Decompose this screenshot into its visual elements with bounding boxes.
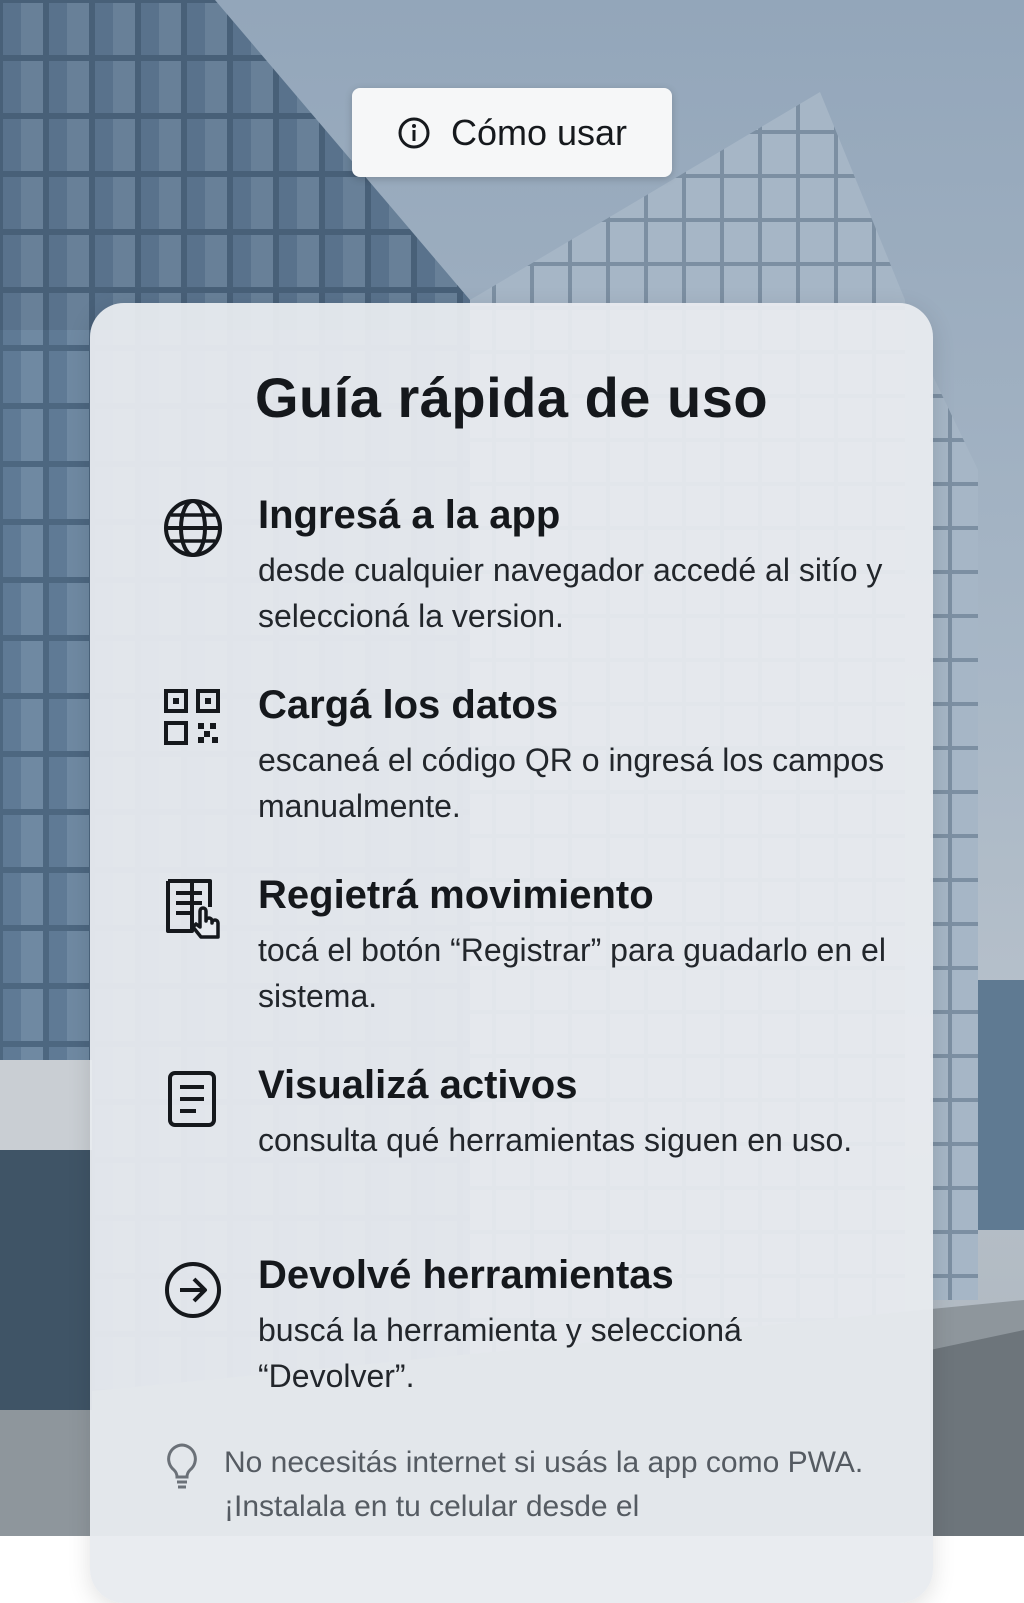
step-description: desde cualquier navegador accedé al sití… [258, 552, 883, 634]
step-title: Cargá los datos [258, 683, 559, 727]
tip-text: No necesitás internet si usás la app com… [224, 1446, 864, 1523]
guide-title: Guía rápida de uso [254, 366, 769, 429]
globe-icon [164, 499, 222, 557]
step-title: Visualizá activos [258, 1063, 578, 1107]
step-description: tocá el botón “Registrar” para guadarlo … [258, 932, 886, 1014]
arrow-right-circle-icon [165, 1262, 221, 1318]
tap-document-icon [166, 879, 220, 939]
step-description: buscá la herramienta y seleccioná “Devol… [258, 1312, 742, 1394]
info-icon [398, 117, 430, 148]
how-to-use-button[interactable]: Cómo usar [352, 88, 672, 177]
step-title: Devolvé herramientas [258, 1253, 674, 1297]
step-title: Regietrá movimiento [258, 873, 654, 917]
qr-code-icon [164, 689, 220, 745]
document-list-icon [168, 1071, 216, 1127]
step-description: consulta qué herramientas siguen en uso. [258, 1122, 853, 1158]
how-to-use-label: Cómo usar [450, 111, 628, 153]
lightbulb-icon [167, 1443, 197, 1489]
step-description: escaneá el código QR o ingresá los campo… [258, 742, 885, 824]
step-title: Ingresá a la app [258, 493, 561, 537]
quick-guide-card: Guía rápida de uso Ingresá a la app desd… [90, 303, 933, 1603]
